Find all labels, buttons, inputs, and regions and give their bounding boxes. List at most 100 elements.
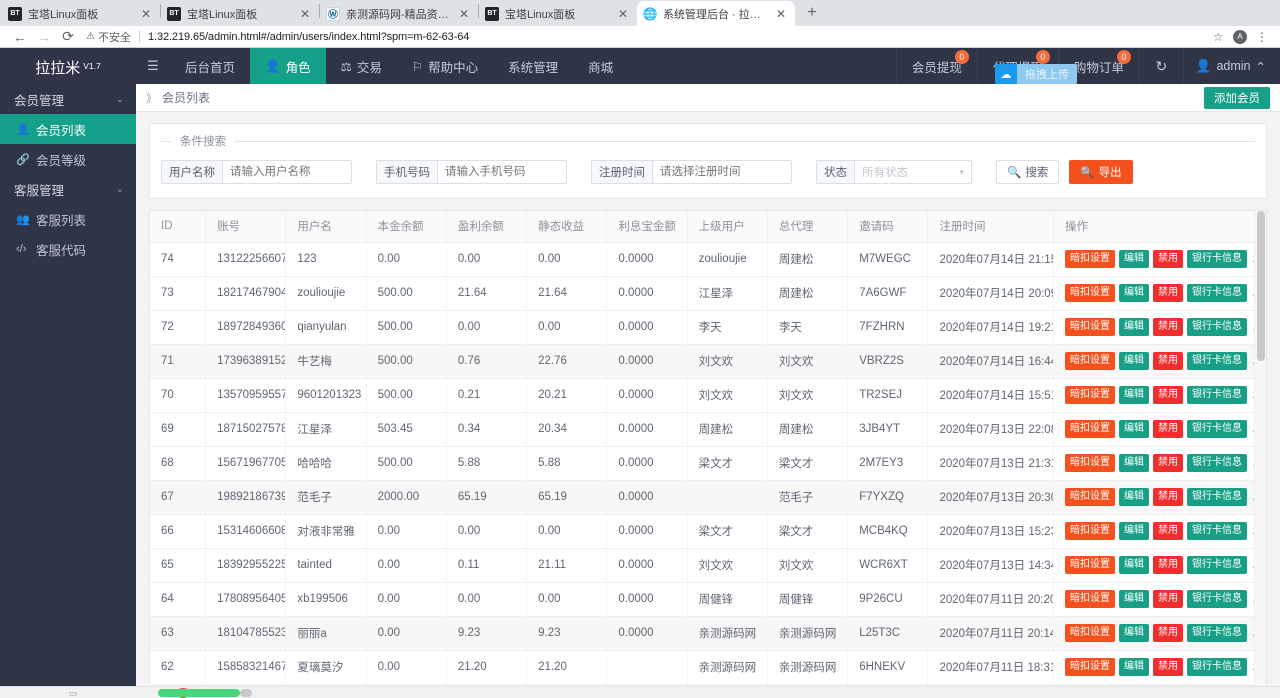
nav-item-home[interactable]: 后台首页 — [170, 48, 250, 84]
nav-item-member-withdraw[interactable]: 会员提现 0 — [896, 48, 977, 84]
scrollbar-thumb[interactable] — [1257, 211, 1265, 361]
brand-logo[interactable]: 拉拉米 V1.7 — [0, 48, 136, 84]
new-tab-icon[interactable]: + — [799, 0, 825, 26]
edit-button[interactable]: 编辑 — [1119, 352, 1149, 370]
close-icon[interactable]: ✕ — [773, 6, 789, 22]
hidden-deduction-button[interactable]: 暗扣设置 — [1065, 284, 1115, 302]
hidden-deduction-button[interactable]: 暗扣设置 — [1065, 352, 1115, 370]
scrollbar-thumb-green[interactable] — [158, 689, 240, 697]
bank-card-info-button[interactable]: 银行卡信息 — [1187, 386, 1247, 404]
table-row[interactable]: 7117396389152牛艺梅500.000.7622.760.0000刘文欢… — [150, 344, 1266, 378]
table-row[interactable]: 7218972849360qianyulan500.000.000.000.00… — [150, 310, 1266, 344]
sidebar-item-member-level[interactable]: 🔗 会员等级 — [0, 144, 136, 174]
table-row[interactable]: 6518392955225tainted0.000.1121.110.0000刘… — [150, 548, 1266, 582]
bookmark-star-icon[interactable]: ☆ — [1208, 27, 1228, 47]
table-row[interactable]: 6215858321467夏璃莫汐0.0021.2021.20亲测源码网亲测源码… — [150, 650, 1266, 684]
bank-card-info-button[interactable]: 银行卡信息 — [1187, 284, 1247, 302]
table-row[interactable]: 74131222566071230.000.000.000.0000zoulio… — [150, 242, 1266, 276]
bank-card-info-button[interactable]: 银行卡信息 — [1187, 420, 1247, 438]
search-input-phone[interactable] — [437, 160, 567, 184]
back-icon[interactable]: ← — [8, 27, 32, 47]
nav-item-system[interactable]: 系统管理 — [493, 48, 573, 84]
hidden-deduction-button[interactable]: 暗扣设置 — [1065, 386, 1115, 404]
sidebar-group-support[interactable]: 客服管理 ⌄ — [0, 174, 136, 204]
hidden-deduction-button[interactable]: 暗扣设置 — [1065, 556, 1115, 574]
browser-tab[interactable]: BT 宝塔Linux面板 ✕ — [161, 1, 319, 26]
search-input-regtime[interactable] — [652, 160, 792, 184]
edit-button[interactable]: 编辑 — [1119, 386, 1149, 404]
edit-button[interactable]: 编辑 — [1119, 454, 1149, 472]
sidebar-item-support-list[interactable]: 👥 客服列表 — [0, 204, 136, 234]
nav-item-shop[interactable]: 商城 — [573, 48, 628, 84]
bank-card-info-button[interactable]: 银行卡信息 — [1187, 556, 1247, 574]
address-bar[interactable]: ⚠ 不安全 1.32.219.65/admin.html#/admin/user… — [86, 28, 1208, 46]
refresh-icon[interactable]: ↻ — [1139, 48, 1183, 84]
edit-button[interactable]: 编辑 — [1119, 318, 1149, 336]
edit-button[interactable]: 编辑 — [1119, 624, 1149, 642]
sidebar-item-support-code[interactable]: ‹/› 客服代码 — [0, 234, 136, 264]
disable-button[interactable]: 禁用 — [1153, 284, 1183, 302]
disable-button[interactable]: 禁用 — [1153, 318, 1183, 336]
edit-button[interactable]: 编辑 — [1119, 284, 1149, 302]
edit-button[interactable]: 编辑 — [1119, 658, 1149, 676]
bank-card-info-button[interactable]: 银行卡信息 — [1187, 250, 1247, 268]
disable-button[interactable]: 禁用 — [1153, 658, 1183, 676]
edit-button[interactable]: 编辑 — [1119, 420, 1149, 438]
close-icon[interactable]: ✕ — [456, 6, 472, 22]
search-button[interactable]: 🔍 搜索 — [996, 160, 1059, 184]
hamburger-icon[interactable]: ☰ — [136, 48, 170, 84]
edit-button[interactable]: 编辑 — [1119, 590, 1149, 608]
bank-card-info-button[interactable]: 银行卡信息 — [1187, 488, 1247, 506]
hidden-deduction-button[interactable]: 暗扣设置 — [1065, 420, 1115, 438]
add-member-button[interactable]: 添加会员 — [1204, 87, 1270, 109]
disable-button[interactable]: 禁用 — [1153, 454, 1183, 472]
hidden-deduction-button[interactable]: 暗扣设置 — [1065, 454, 1115, 472]
sidebar-group-member[interactable]: 会员管理 ⌄ — [0, 84, 136, 114]
bank-card-info-button[interactable]: 银行卡信息 — [1187, 318, 1247, 336]
bank-card-info-button[interactable]: 银行卡信息 — [1187, 658, 1247, 676]
table-row[interactable]: 6719892186739范毛子2000.0065.1965.190.0000范… — [150, 480, 1266, 514]
disable-button[interactable]: 禁用 — [1153, 624, 1183, 642]
bank-card-info-button[interactable]: 银行卡信息 — [1187, 454, 1247, 472]
hidden-deduction-button[interactable]: 暗扣设置 — [1065, 522, 1115, 540]
close-icon[interactable]: ✕ — [615, 6, 631, 22]
table-row[interactable]: 70135709595579601201323500.000.2120.210.… — [150, 378, 1266, 412]
bank-card-info-button[interactable]: 银行卡信息 — [1187, 522, 1247, 540]
hidden-deduction-button[interactable]: 暗扣设置 — [1065, 488, 1115, 506]
hidden-deduction-button[interactable]: 暗扣设置 — [1065, 624, 1115, 642]
status-select[interactable]: 所有状态 ▾ — [854, 160, 972, 184]
disable-button[interactable]: 禁用 — [1153, 386, 1183, 404]
export-button[interactable]: 🔍 导出 — [1069, 160, 1132, 184]
nav-item-help[interactable]: ⚐ 帮助中心 — [397, 48, 493, 84]
edit-button[interactable]: 编辑 — [1119, 522, 1149, 540]
table-row[interactable]: 6918715027578江星泽503.450.3420.340.0000周建松… — [150, 412, 1266, 446]
reload-icon[interactable]: ⟳ — [56, 27, 80, 47]
close-icon[interactable]: ✕ — [297, 6, 313, 22]
table-vertical-scrollbar[interactable] — [1254, 211, 1266, 685]
browser-tab[interactable]: BT 宝塔Linux面板 ✕ — [479, 1, 637, 26]
edit-button[interactable]: 编辑 — [1119, 250, 1149, 268]
table-row[interactable]: 6417808956405xb1995060.000.000.000.0000周… — [150, 582, 1266, 616]
hidden-deduction-button[interactable]: 暗扣设置 — [1065, 318, 1115, 336]
table-row[interactable]: 6615314606608对液非常雅0.000.000.000.0000梁文才梁… — [150, 514, 1266, 548]
browser-tab[interactable]: BT 宝塔Linux面板 ✕ — [2, 1, 160, 26]
browser-menu-icon[interactable]: ⋮ — [1252, 27, 1272, 47]
disable-button[interactable]: 禁用 — [1153, 250, 1183, 268]
scrollbar-thumb[interactable] — [240, 689, 252, 697]
close-icon[interactable]: ✕ — [138, 6, 154, 22]
drag-upload-widget[interactable]: ☁ 拖拽上传 — [995, 64, 1077, 84]
browser-tab-active[interactable]: 🌐 系统管理后台 · 拉拉米 ✕ — [637, 1, 795, 26]
nav-item-role[interactable]: 👤 角色 — [250, 48, 326, 84]
disable-button[interactable]: 禁用 — [1153, 488, 1183, 506]
disable-button[interactable]: 禁用 — [1153, 420, 1183, 438]
bank-card-info-button[interactable]: 银行卡信息 — [1187, 590, 1247, 608]
sidebar-item-member-list[interactable]: 👤 会员列表 — [0, 114, 136, 144]
edit-button[interactable]: 编辑 — [1119, 488, 1149, 506]
bank-card-info-button[interactable]: 银行卡信息 — [1187, 352, 1247, 370]
disable-button[interactable]: 禁用 — [1153, 522, 1183, 540]
browser-tab[interactable]: Ⓦ 亲测源码网-精品资源站长亲测 ✕ — [320, 1, 478, 26]
hidden-deduction-button[interactable]: 暗扣设置 — [1065, 590, 1115, 608]
bank-card-info-button[interactable]: 银行卡信息 — [1187, 624, 1247, 642]
nav-item-trade[interactable]: ⚖ 交易 — [326, 48, 397, 84]
disable-button[interactable]: 禁用 — [1153, 556, 1183, 574]
